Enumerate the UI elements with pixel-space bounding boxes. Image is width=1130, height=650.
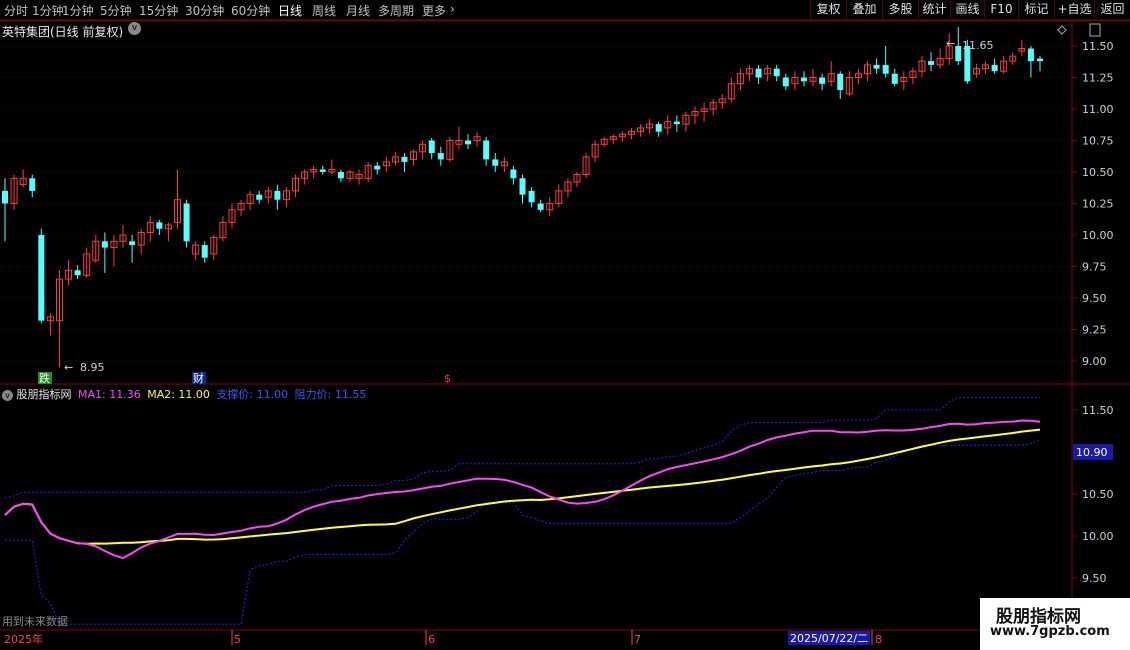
ind-tick-label: 11.50 xyxy=(1082,404,1114,417)
candle-body xyxy=(528,190,535,203)
high-arrow: ← xyxy=(946,37,955,50)
candle-body xyxy=(873,64,880,69)
date-label-5: 5 xyxy=(234,633,241,646)
candle-body xyxy=(201,245,208,258)
price-grid xyxy=(0,45,1072,362)
candle-body xyxy=(38,235,45,321)
watermark: 股朋指标网 www.7gpzb.com xyxy=(980,598,1130,650)
chart-area: 11.50 11.25 11.00 10.75 10.50 10.25 10.00 9.75 9… xyxy=(0,19,1130,646)
ind-tick-label: 9.50 xyxy=(1082,572,1107,585)
candle-body xyxy=(274,190,281,200)
ind-tick-label: 10.00 xyxy=(1082,530,1114,543)
cursor-date: 2025/07/22/二 xyxy=(790,632,868,645)
candle-body xyxy=(74,270,81,276)
indicator-name: 股朋指标网 xyxy=(16,388,72,401)
future-data-note: 用到未来数据 xyxy=(2,614,68,628)
candle-body xyxy=(955,46,962,62)
band-lo xyxy=(5,438,1041,625)
ma2-label: MA2: 11.00 xyxy=(147,388,210,401)
candle-body xyxy=(655,124,662,132)
candle-body xyxy=(673,121,680,125)
band-hi xyxy=(4,396,1040,499)
candle-body xyxy=(465,140,472,145)
low-label: 8.95 xyxy=(80,361,105,374)
watermark-url: www.7gpzb.com xyxy=(990,624,1110,639)
indicator-chevron-icon[interactable]: v xyxy=(2,389,13,401)
price-tick-label: 9.50 xyxy=(1082,292,1107,305)
indicator-group xyxy=(4,396,1041,625)
price-tick-label: 10.25 xyxy=(1082,198,1114,211)
panel-toggle-icon[interactable] xyxy=(1089,23,1101,37)
candle-body xyxy=(755,68,762,78)
ma1-label: MA1: 11.36 xyxy=(78,388,141,401)
date-label-year: 2025年 xyxy=(4,632,43,646)
candle-body xyxy=(156,222,163,229)
candle-body xyxy=(819,77,826,84)
candle-body xyxy=(2,190,8,204)
current-value: 10.90 xyxy=(1076,446,1108,459)
price-tick-label: 11.00 xyxy=(1082,103,1114,116)
candle-body xyxy=(101,241,108,248)
candle-body xyxy=(773,68,780,77)
ma2-line xyxy=(4,428,1041,545)
candle-body xyxy=(29,178,36,191)
date-label-7: 7 xyxy=(634,633,641,646)
candle-body xyxy=(437,153,444,160)
price-tick-label: 11.50 xyxy=(1082,40,1114,53)
marker-red: $ xyxy=(444,372,451,385)
ind-tick-label: 10.50 xyxy=(1082,488,1114,501)
date-label-6: 6 xyxy=(428,633,435,646)
candle-body xyxy=(928,61,935,65)
indicator-title-bar: v 股朋指标网 MA1: 11.36 MA2: 11.00 支撑价: 11.00… xyxy=(2,386,366,402)
candle-body xyxy=(519,178,526,195)
candle-body xyxy=(782,77,789,87)
marker-mid: 财 xyxy=(193,371,204,385)
candle-body xyxy=(1027,48,1034,62)
high-label: 11.65 xyxy=(962,39,994,52)
candle-body xyxy=(337,172,344,179)
candle-body xyxy=(428,140,435,154)
candle-body xyxy=(510,169,517,179)
candle-body xyxy=(256,194,263,200)
resist-label: 阻力价: 11.55 xyxy=(294,388,367,401)
candles-group xyxy=(2,27,1043,368)
price-axis: 11.50 11.25 11.00 10.75 10.50 10.25 10.00 9.75 9… xyxy=(1072,40,1114,585)
candle-body xyxy=(882,64,889,74)
price-tick-label: 9.00 xyxy=(1082,355,1107,368)
candle-body xyxy=(319,169,326,172)
candle-body xyxy=(401,156,408,162)
candle-body xyxy=(800,77,807,82)
ma1-line xyxy=(4,419,1041,560)
price-tick-label: 10.00 xyxy=(1082,229,1114,242)
diamond-icon[interactable] xyxy=(1057,25,1067,35)
candle-body xyxy=(374,165,381,170)
candle-body xyxy=(1037,58,1043,62)
price-tick-label: 9.25 xyxy=(1082,324,1107,337)
candle-body xyxy=(129,241,136,246)
low-arrow: ← xyxy=(64,361,73,374)
candle-body xyxy=(837,73,844,91)
support-label: 支撑价: 11.00 xyxy=(216,388,289,401)
candle-body xyxy=(891,73,898,84)
candle-body xyxy=(537,203,544,210)
candle-body xyxy=(991,64,998,72)
candle-body xyxy=(492,159,499,166)
price-tick-label: 10.50 xyxy=(1082,166,1114,179)
marker-left: 跌 xyxy=(39,371,50,385)
price-tick-label: 9.75 xyxy=(1082,261,1107,274)
price-tick-label: 10.75 xyxy=(1082,135,1114,148)
candle-body xyxy=(183,203,190,242)
price-tick-label: 11.25 xyxy=(1082,72,1114,85)
candle-body xyxy=(483,140,490,160)
date-label-8: 8 xyxy=(875,633,882,646)
